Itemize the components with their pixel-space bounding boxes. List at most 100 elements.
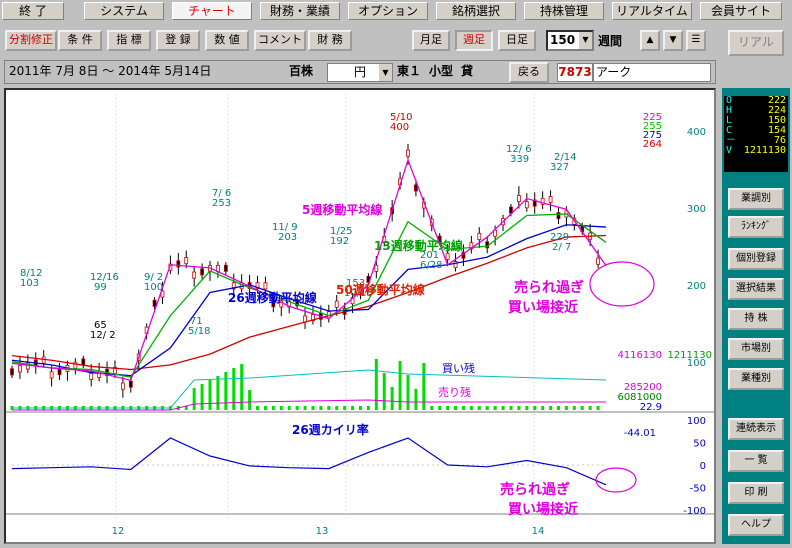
volume-bar bbox=[580, 406, 584, 410]
count-unit: 週間 bbox=[598, 34, 623, 48]
candle-body bbox=[152, 299, 157, 307]
individual-register-button[interactable]: 個別登録 bbox=[728, 248, 784, 270]
volume-bar bbox=[319, 406, 323, 410]
volume-bar bbox=[224, 372, 228, 410]
price-annotation: 327 bbox=[550, 162, 569, 173]
callout-text: 買い場接近 bbox=[508, 299, 578, 316]
count-value: 150 bbox=[550, 33, 576, 47]
kairi-tick-label: -50 bbox=[690, 484, 706, 495]
volume-bar bbox=[430, 406, 434, 410]
volume-bar bbox=[493, 406, 497, 410]
sell-balance-label: 売り残 bbox=[438, 385, 471, 399]
financial-button[interactable]: 財 務 bbox=[308, 30, 352, 51]
condition-button[interactable]: 条 件 bbox=[58, 30, 102, 51]
comment-button[interactable]: コメント bbox=[254, 30, 306, 51]
register-button[interactable]: 登 録 bbox=[156, 30, 200, 51]
volume-bar bbox=[351, 406, 355, 410]
price-annotation: 99 bbox=[94, 282, 107, 293]
value-button[interactable]: 数 値 bbox=[205, 30, 249, 51]
volume-bar bbox=[358, 406, 362, 410]
daily-button[interactable]: 日足 bbox=[498, 30, 536, 51]
ranking-button[interactable]: ﾗﾝｷﾝｸﾞ bbox=[728, 216, 784, 238]
volume-bar bbox=[366, 406, 370, 410]
chart-svg[interactable]: 4003002001002252552752648/1210312/16999/… bbox=[6, 90, 714, 542]
price-annotation: 192 bbox=[330, 236, 349, 247]
weekly-button[interactable]: 週足 bbox=[455, 30, 493, 51]
candle-body bbox=[477, 232, 482, 240]
up-arrow-icon[interactable]: ▲ bbox=[640, 30, 660, 51]
price-annotation: 100 bbox=[144, 282, 163, 293]
market-label: 東１ bbox=[397, 64, 422, 78]
sector-button[interactable]: 業種別 bbox=[728, 368, 784, 390]
size-label: 小型 bbox=[429, 64, 454, 78]
monthly-button[interactable]: 月足 bbox=[412, 30, 450, 51]
chevron-down-icon[interactable]: ▼ bbox=[379, 64, 392, 81]
candle-body bbox=[414, 184, 418, 192]
x-tick-label: 14 bbox=[532, 526, 545, 537]
tab-member[interactable]: 会員サイト bbox=[700, 2, 782, 20]
volume-bar bbox=[549, 406, 553, 410]
tab-finance[interactable]: 財務・業績 bbox=[260, 2, 340, 20]
volume-bar bbox=[390, 387, 394, 410]
price-annotation: 253 bbox=[212, 198, 231, 209]
tab-holdings[interactable]: 持株管理 bbox=[524, 2, 604, 20]
candle-body bbox=[263, 282, 268, 290]
kairi-tick-label: 50 bbox=[693, 439, 706, 450]
callout-text: 買い場接近 bbox=[508, 501, 578, 518]
chevron-down-icon[interactable]: ▼ bbox=[579, 32, 592, 49]
price-tick-label: 400 bbox=[687, 127, 706, 138]
volume-bar bbox=[517, 406, 521, 410]
print-button[interactable]: 印 刷 bbox=[728, 482, 784, 504]
volume-bar bbox=[398, 361, 402, 410]
tab-realtime[interactable]: リアルタイム bbox=[612, 2, 692, 20]
tab-option[interactable]: オプション bbox=[348, 2, 428, 20]
price-annotation: 2/ 7 bbox=[552, 242, 571, 253]
volume-bar bbox=[208, 380, 212, 410]
back-button[interactable]: 戻る bbox=[509, 62, 549, 83]
selection-result-button[interactable]: 選択結果 bbox=[728, 278, 784, 300]
stock-name[interactable]: アーク bbox=[593, 63, 711, 82]
down-arrow-icon[interactable]: ▼ bbox=[663, 30, 683, 51]
price-tick-label: 300 bbox=[687, 204, 706, 215]
tab-chart[interactable]: チャート bbox=[172, 2, 252, 20]
industry-button[interactable]: 業調別 bbox=[728, 188, 784, 210]
candle-body bbox=[49, 371, 54, 379]
tab-stock-select[interactable]: 銘柄選択 bbox=[436, 2, 516, 20]
candle-body bbox=[200, 268, 204, 276]
market-button[interactable]: 市場別 bbox=[728, 338, 784, 360]
volume-bar bbox=[295, 406, 299, 410]
menu-icon[interactable]: ☰ bbox=[686, 30, 706, 51]
list-button[interactable]: 一 覧 bbox=[728, 450, 784, 472]
count-select[interactable]: 150 ▼ bbox=[546, 30, 594, 51]
realtime-button[interactable]: リアル bbox=[728, 30, 784, 56]
volume-label: 4116130 bbox=[617, 350, 662, 361]
volume-label: 22.9 bbox=[640, 402, 662, 413]
split-adjust-button[interactable]: 分割修正 bbox=[5, 30, 57, 51]
candle-body bbox=[556, 212, 561, 220]
unit-label: 百株 bbox=[289, 64, 314, 78]
info-bar: 2011年 7月 8日 ～ 2014年 5月14日 百株 円 ▼ 東１ 小型 貸 … bbox=[4, 60, 716, 84]
help-button[interactable]: ヘルプ bbox=[728, 514, 784, 536]
chart-area[interactable]: 400 300 200 100 225 255 275 264 8/12 103 12/16 99 9/… bbox=[4, 88, 716, 544]
volume-bar bbox=[596, 406, 600, 410]
ma-label: 26週移動平均線 bbox=[228, 290, 317, 305]
volume-bar bbox=[446, 406, 450, 410]
indicator-button[interactable]: 指 標 bbox=[107, 30, 151, 51]
holdings-button[interactable]: 持 株 bbox=[728, 308, 784, 330]
volume-bar bbox=[271, 406, 275, 410]
volume-bar bbox=[533, 406, 537, 410]
candle-body bbox=[596, 257, 600, 265]
volume-bar bbox=[541, 406, 545, 410]
currency-select[interactable]: 円 ▼ bbox=[327, 63, 393, 82]
volume-bar bbox=[454, 406, 458, 410]
continuous-display-button[interactable]: 連続表示 bbox=[728, 418, 784, 440]
stock-code[interactable]: 7873 bbox=[557, 63, 593, 82]
volume-bar bbox=[438, 406, 442, 410]
tab-system[interactable]: システム bbox=[84, 2, 164, 20]
tab-exit[interactable]: 終 了 bbox=[2, 2, 64, 20]
volume-bar bbox=[327, 406, 331, 410]
price-annotation: 103 bbox=[20, 278, 39, 289]
ma-line-3 bbox=[11, 158, 607, 382]
candle-body bbox=[223, 264, 228, 272]
candle-body bbox=[184, 257, 189, 265]
